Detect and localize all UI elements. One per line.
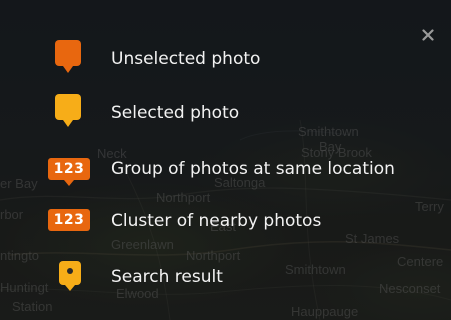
selected-photo-marker-icon [55,94,81,134]
legend-label: Cluster of nearby photos [111,211,322,231]
legend-label: Group of photos at same location [111,159,395,179]
group-count-badge: 123 [48,158,90,180]
legend-row-selected-photo: Selected photo [0,94,451,134]
legend-label: Selected photo [111,103,240,123]
search-result-marker-icon [59,258,81,298]
cluster-count-badge: 123 [48,209,90,231]
legend-row-group: 123 Group of photos at same location [0,150,451,190]
legend-row-unselected-photo: Unselected photo [0,40,451,80]
unselected-photo-marker-icon [55,40,81,80]
legend-row-cluster: 123 Cluster of nearby photos [0,202,451,242]
legend-label: Unselected photo [111,49,261,69]
group-count-badge-icon: 123 [48,150,90,190]
map-legend-screen: Neck Smithtown Bay er Bay Northport Salt… [0,0,451,320]
legend-row-search-result: Search result [0,258,451,298]
cluster-count-badge-icon: 123 [48,202,90,242]
legend-label: Search result [111,267,223,287]
